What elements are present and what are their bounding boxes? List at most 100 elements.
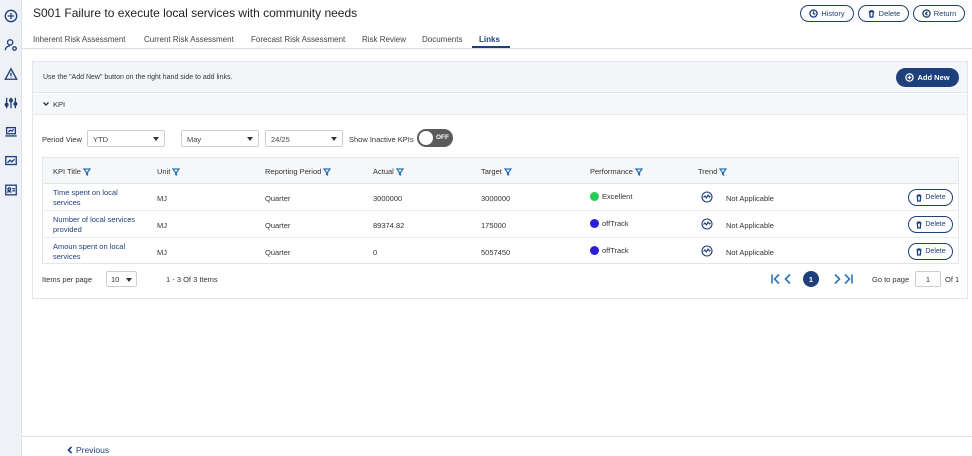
last-page-icon[interactable] — [841, 272, 855, 286]
performance-cell: offTrack — [590, 219, 629, 228]
filter-icon — [82, 167, 91, 176]
items-per-page-label: Items per page — [42, 275, 93, 284]
go-to-page-label: Go to page — [872, 275, 910, 284]
period-cell: Quarter — [265, 221, 291, 230]
toggle-knob — [419, 131, 433, 145]
trend-cell: Not Applicable — [726, 194, 774, 203]
go-to-page-input[interactable]: 1 — [915, 271, 941, 287]
trash-icon — [916, 193, 922, 202]
tab-inherent-risk-assessment[interactable]: Inherent Risk Assessment — [33, 35, 125, 44]
kpi-title-link[interactable]: Time spent on local services — [53, 188, 118, 208]
trash-icon — [868, 10, 874, 18]
show-inactive-toggle[interactable]: OFF — [417, 129, 453, 147]
kpi-title-link[interactable]: Amoun spent on local services — [53, 242, 125, 262]
tab-risk-review[interactable]: Risk Review — [362, 35, 406, 44]
actual-cell: 89374.82 — [373, 221, 405, 230]
trend-icon — [701, 245, 713, 257]
unit-cell: MJ — [157, 194, 167, 203]
chevron-down-icon[interactable] — [42, 100, 50, 108]
period-view-label: Period View — [42, 135, 82, 144]
tab-documents[interactable]: Documents — [422, 35, 462, 44]
return-button[interactable]: Return — [913, 5, 965, 22]
sliders-icon[interactable] — [3, 95, 19, 111]
column-header-reporting-period[interactable]: Reporting Period — [265, 167, 332, 176]
id-card-icon[interactable] — [3, 182, 19, 198]
performance-cell: Excellent — [590, 192, 632, 201]
trash-icon — [916, 220, 922, 229]
status-dot — [590, 219, 599, 228]
page-number-current[interactable]: 1 — [803, 271, 819, 287]
target-cell: 3000000 — [481, 194, 511, 203]
page-count-text: Of 1 — [945, 275, 960, 284]
page-title: S001 Failure to execute local services w… — [33, 6, 358, 20]
row-delete-button[interactable]: Delete — [908, 189, 953, 206]
caret-down-icon — [153, 137, 159, 141]
column-header-performance[interactable]: Performance — [590, 167, 643, 176]
warning-icon[interactable] — [3, 66, 19, 82]
laptop-icon[interactable] — [3, 124, 19, 140]
user-settings-icon[interactable] — [3, 37, 19, 53]
tab-links[interactable]: Links — [479, 35, 500, 44]
add-new-button[interactable]: Add New — [896, 68, 959, 87]
prev-page-icon[interactable] — [781, 272, 795, 286]
status-dot — [590, 246, 599, 255]
history-icon — [809, 9, 819, 18]
column-header-target[interactable]: Target — [481, 167, 512, 176]
column-header-trend[interactable]: Trend — [698, 167, 728, 176]
plus-circle-icon[interactable] — [3, 8, 19, 24]
column-header-actual[interactable]: Actual — [373, 167, 404, 176]
delete-button[interactable]: Delete — [858, 5, 909, 22]
items-per-page-select[interactable]: 10 — [106, 271, 137, 287]
period-view-select[interactable]: YTD — [87, 130, 165, 147]
caret-down-icon — [126, 278, 132, 282]
kpi-table: KPI Title Unit Reporting Period Actual T… — [42, 157, 959, 264]
performance-cell: offTrack — [590, 246, 629, 255]
unit-cell: MJ — [157, 248, 167, 257]
trash-icon — [916, 247, 922, 256]
year-select[interactable]: 24/25 — [265, 130, 343, 147]
footer-bar: Previous — [22, 436, 972, 456]
kpi-section-header[interactable]: KPI — [33, 94, 967, 115]
pager-range-text: 1 - 3 Of 3 Items — [166, 275, 218, 284]
trend-icon — [701, 218, 713, 230]
left-nav-rail — [0, 0, 22, 456]
chevron-left-icon — [67, 446, 73, 454]
filter-icon — [719, 167, 728, 176]
row-delete-button[interactable]: Delete — [908, 243, 953, 260]
month-select[interactable]: May — [181, 130, 259, 147]
tab-bar: Inherent Risk Assessment Current Risk As… — [22, 30, 972, 49]
active-tab-indicator — [472, 46, 510, 48]
tab-current-risk-assessment[interactable]: Current Risk Assessment — [144, 35, 234, 44]
info-text: Use the "Add New" button on the right ha… — [43, 74, 233, 81]
trend-cell: Not Applicable — [726, 221, 774, 230]
chart-monitor-icon[interactable] — [3, 153, 19, 169]
previous-link[interactable]: Previous — [66, 445, 109, 455]
column-header-kpi-title[interactable]: KPI Title — [53, 167, 91, 176]
history-button[interactable]: History — [800, 5, 854, 22]
table-header: KPI Title Unit Reporting Period Actual T… — [43, 158, 958, 184]
caret-down-icon — [331, 137, 337, 141]
filter-icon — [634, 167, 643, 176]
tab-forecast-risk-assessment[interactable]: Forecast Risk Assessment — [251, 35, 345, 44]
row-delete-button[interactable]: Delete — [908, 216, 953, 233]
caret-down-icon — [247, 137, 253, 141]
unit-cell: MJ — [157, 221, 167, 230]
chevron-left-icon — [921, 9, 931, 18]
trend-icon — [701, 191, 713, 203]
target-cell: 175000 — [481, 221, 507, 230]
plus-circle-icon — [905, 73, 915, 82]
table-row: Amoun spent on local services MJ Quarter … — [43, 238, 958, 265]
kpi-section-label: KPI — [53, 100, 66, 109]
info-bar: Use the "Add New" button on the right ha… — [33, 62, 967, 93]
filter-icon — [395, 167, 404, 176]
target-cell: 5057450 — [481, 248, 511, 257]
filter-icon — [503, 167, 512, 176]
filter-icon — [323, 167, 332, 176]
kpi-title-link[interactable]: Number of local services provided — [53, 215, 135, 235]
status-dot — [590, 192, 599, 201]
period-cell: Quarter — [265, 194, 291, 203]
actual-cell: 0 — [373, 248, 378, 257]
column-header-unit[interactable]: Unit — [157, 167, 181, 176]
table-row: Number of local services provided MJ Quar… — [43, 211, 958, 238]
period-cell: Quarter — [265, 248, 291, 257]
